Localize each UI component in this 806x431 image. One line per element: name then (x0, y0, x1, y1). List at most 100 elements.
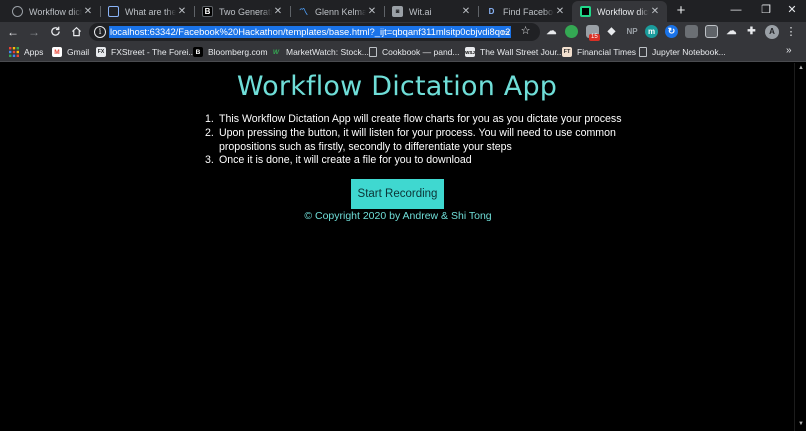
step-text: Once it is done, it will create a file f… (219, 154, 472, 167)
bookmark-marketwatch[interactable]: W MarketWatch: Stock... (271, 45, 369, 59)
home-button[interactable] (68, 24, 84, 40)
ft-icon: FT (562, 47, 572, 57)
reload-icon (50, 26, 60, 36)
document-icon (639, 47, 647, 57)
list-item: 3. Once it is done, it will create a file… (205, 154, 625, 168)
browser-menu-icon[interactable]: ⋮ (785, 24, 797, 40)
scroll-up-icon[interactable]: ▲ (798, 65, 804, 71)
puzzle-icon[interactable]: ✚ (745, 25, 758, 38)
bookmark-label: Apps (24, 47, 44, 57)
tab-what-are-the[interactable]: What are the te ✕ (100, 1, 194, 22)
wsj-icon: WSJ (465, 47, 475, 57)
tab-workflow-dictation-1[interactable]: Workflow dictati ✕ (4, 1, 100, 22)
cast-icon[interactable]: ▭ (499, 26, 512, 38)
start-recording-button[interactable]: Start Recording (351, 179, 444, 209)
bookmark-label: FXStreet - The Forei... (111, 47, 196, 57)
step-number: 2. (205, 126, 214, 139)
tab-title: Two Generation (219, 6, 272, 17)
np-extension-icon[interactable]: NP (624, 25, 640, 38)
tab-glenn-kelman[interactable]: 〽 Glenn Kelman | ✕ (290, 1, 384, 22)
tab-title: Wit.ai (409, 6, 432, 17)
image-extension-icon[interactable] (705, 25, 718, 38)
tab-title: Find Facebook I (503, 6, 554, 17)
bloomberg-icon: B (193, 47, 203, 57)
b-logo-icon: B (202, 6, 213, 17)
close-icon[interactable]: ✕ (649, 6, 661, 18)
document-icon (369, 47, 377, 57)
calendar-badge: 15 (589, 34, 600, 41)
close-icon[interactable]: ✕ (554, 6, 566, 18)
cloud2-extension-icon[interactable]: ☁ (725, 25, 738, 38)
page-icon (108, 6, 119, 17)
list-item: 1. This Workflow Dictation App will creat… (205, 113, 625, 127)
page-content: Workflow Dictation App 1. This Workflow D… (0, 63, 794, 431)
grey-extension-icon[interactable] (685, 25, 698, 38)
step-text: Upon pressing the button, it will listen… (219, 126, 616, 153)
close-icon[interactable]: ✕ (460, 6, 472, 18)
scroll-down-icon[interactable]: ▼ (798, 421, 804, 427)
tab-two-generation[interactable]: B Two Generation ✕ (194, 1, 290, 22)
browser-toolbar: ← → i localhost:63342/Facebook%20Hackath… (0, 22, 806, 42)
gmail-icon: M (52, 47, 62, 57)
refresh-extension-icon[interactable]: ↻ (665, 25, 678, 38)
forward-button[interactable]: → (26, 24, 42, 40)
close-window-button[interactable]: ✕ (778, 0, 806, 22)
close-icon[interactable]: ✕ (366, 6, 378, 18)
step-text: This Workflow Dictation App will create … (219, 113, 622, 125)
bookmark-label: Financial Times (577, 47, 637, 57)
site-info-icon[interactable]: i (94, 26, 106, 38)
close-icon[interactable]: ✕ (176, 6, 188, 18)
green-extension-icon[interactable] (565, 25, 578, 38)
url-text[interactable]: localhost:63342/Facebook%20Hackathon/tem… (109, 26, 512, 38)
home-icon (71, 26, 81, 37)
back-button[interactable]: ← (5, 24, 21, 40)
diamond-extension-icon[interactable]: ◆ (605, 25, 618, 38)
address-bar[interactable]: i localhost:63342/Facebook%20Hackathon/t… (89, 23, 540, 41)
tab-workflow-dictation-active[interactable]: Workflow dictati ✕ (572, 1, 667, 22)
reload-button[interactable] (47, 24, 63, 40)
bookmark-fxstreet[interactable]: FX FXStreet - The Forei... (96, 45, 195, 59)
close-icon[interactable]: ✕ (82, 6, 94, 18)
bookmark-cookbook[interactable]: Cookbook — pand... (369, 45, 460, 59)
bookmark-financial-times[interactable]: FT Financial Times (562, 45, 636, 59)
globe-icon (12, 6, 23, 17)
bookmark-label: Gmail (67, 47, 90, 57)
bookmark-label: MarketWatch: Stock... (286, 47, 369, 57)
profile-avatar[interactable]: A (765, 25, 779, 39)
tab-title: Glenn Kelman | (315, 6, 366, 17)
step-number: 1. (205, 113, 214, 125)
tab-title: What are the te (125, 6, 176, 17)
bookmark-star-icon[interactable]: ☆ (519, 25, 532, 38)
bookmark-bloomberg[interactable]: B Bloomberg.com (193, 45, 268, 59)
m-logo-icon: 〽 (298, 7, 308, 17)
step-number: 3. (205, 154, 214, 167)
vertical-scrollbar[interactable]: ▲ ▼ (794, 63, 806, 431)
tab-title: Workflow dictati (29, 6, 82, 17)
tab-wit-ai[interactable]: ◙ Wit.ai ✕ (384, 1, 478, 22)
m-extension-icon[interactable]: m (645, 25, 658, 38)
bookmarks-overflow-icon[interactable]: » (786, 45, 792, 56)
bookmark-label: Bloomberg.com (208, 47, 268, 57)
bookmark-jupyter[interactable]: Jupyter Notebook... (639, 45, 726, 59)
tab-title: Workflow dictati (597, 6, 649, 17)
copyright-text: © Copyright 2020 by Andrew & Shi Tong (304, 210, 492, 222)
tab-strip: Workflow dictati ✕ What are the te ✕ B T… (0, 0, 806, 22)
bookmark-label: Jupyter Notebook... (652, 47, 726, 57)
bookmark-apps[interactable]: Apps (9, 45, 43, 59)
bookmark-wsj[interactable]: WSJ The Wall Street Jour... (465, 45, 564, 59)
bookmark-gmail[interactable]: M Gmail (52, 45, 89, 59)
tab-find-facebook[interactable]: D Find Facebook I ✕ (478, 1, 572, 22)
list-item: 2. Upon pressing the button, it will list… (205, 127, 625, 155)
bookmark-label: The Wall Street Jour... (480, 47, 564, 57)
bookmarks-bar: Apps M Gmail FX FXStreet - The Forei... … (0, 42, 806, 62)
pycharm-icon (580, 6, 591, 17)
bookmark-label: Cookbook — pand... (382, 47, 460, 57)
cloud-extension-icon[interactable]: ☁ (545, 25, 558, 38)
fxstreet-icon: FX (96, 47, 106, 57)
instructions-list: 1. This Workflow Dictation App will creat… (205, 113, 625, 168)
page-title: Workflow Dictation App (236, 71, 558, 102)
robot-icon: ◙ (392, 6, 403, 17)
new-tab-button[interactable]: + (672, 2, 690, 20)
minimize-button[interactable]: — (720, 0, 752, 22)
close-icon[interactable]: ✕ (272, 6, 284, 18)
